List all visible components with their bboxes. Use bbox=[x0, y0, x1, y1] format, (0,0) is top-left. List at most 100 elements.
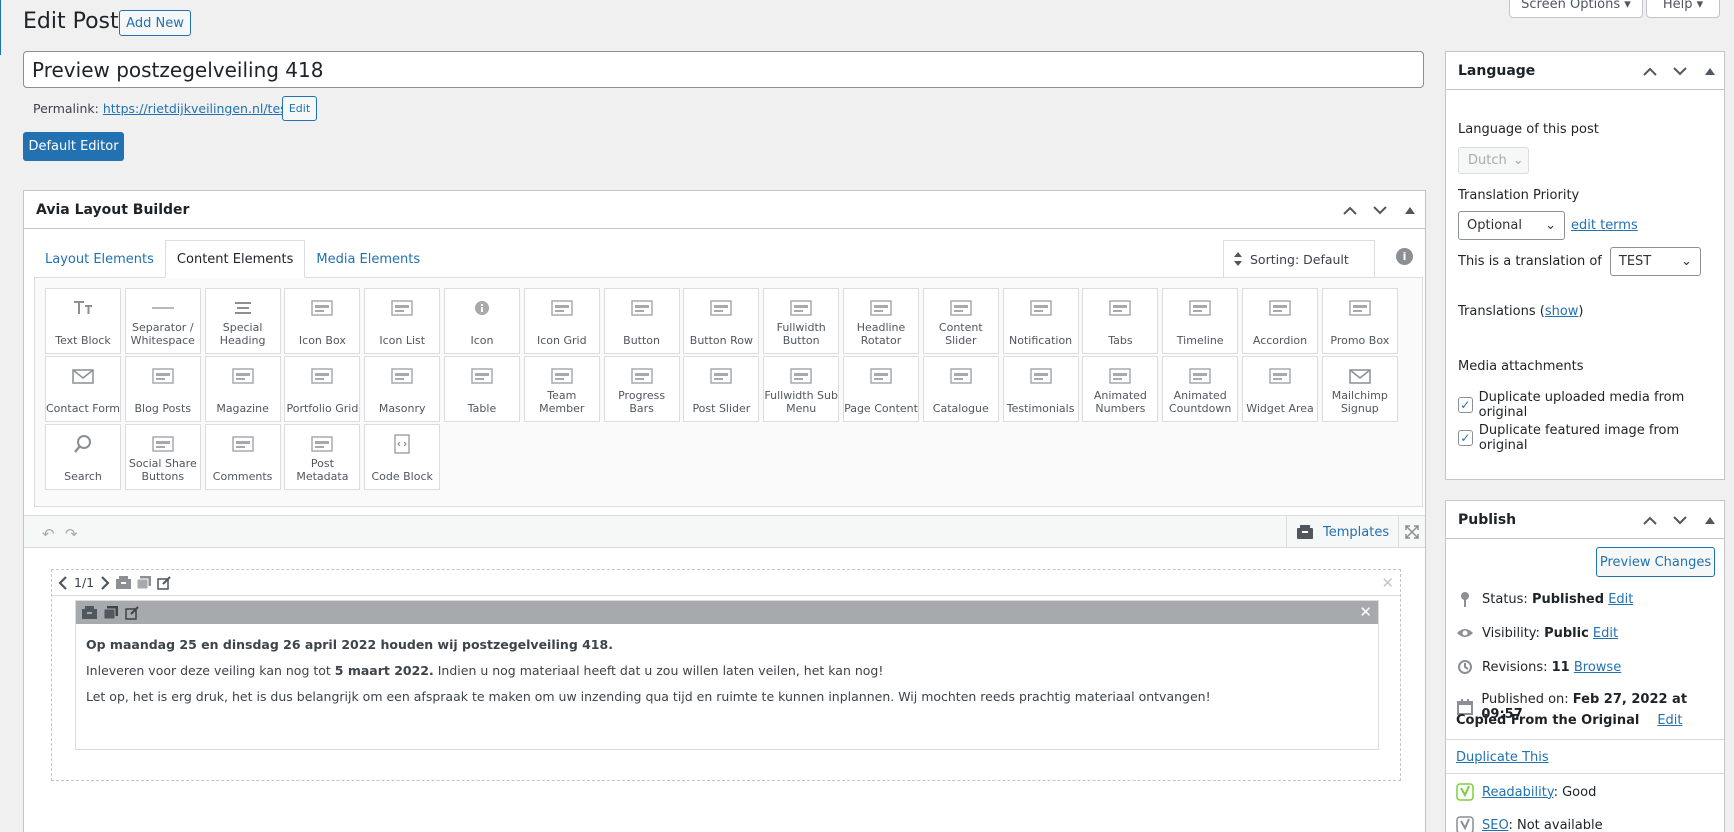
screen-options-button[interactable]: Screen Options ▾ bbox=[1509, 0, 1643, 18]
element-masonry[interactable]: Masonry bbox=[364, 356, 441, 422]
toggle-panel-icon[interactable] bbox=[1401, 201, 1419, 219]
element-text-block[interactable]: Text Block bbox=[45, 288, 121, 354]
move-down-icon[interactable] bbox=[1371, 201, 1389, 219]
save-template-icon[interactable] bbox=[82, 606, 97, 619]
revisions-row: Revisions: 11 Browse bbox=[1456, 658, 1621, 676]
move-up-icon[interactable] bbox=[1341, 201, 1359, 219]
element-code[interactable]: Code Block bbox=[364, 424, 441, 490]
priority-select[interactable]: Optional ⌄ bbox=[1458, 211, 1565, 240]
element-timeline[interactable]: Timeline bbox=[1162, 288, 1239, 354]
move-up-icon[interactable] bbox=[1641, 62, 1659, 80]
chevron-right-icon[interactable] bbox=[100, 575, 110, 590]
element-search[interactable]: Search bbox=[45, 424, 121, 490]
translations-show-link[interactable]: show bbox=[1545, 304, 1579, 319]
content-paragraph-3: Let op, het is erg druk, het is dus bela… bbox=[86, 689, 1211, 704]
default-editor-button[interactable]: Default Editor bbox=[23, 132, 124, 161]
post-title-input[interactable] bbox=[23, 51, 1424, 88]
chevron-left-icon[interactable] bbox=[58, 575, 68, 590]
element-icon-box[interactable]: Icon Box bbox=[284, 288, 361, 354]
element-testimonials[interactable]: Testimonials bbox=[1002, 356, 1079, 422]
elements-panel: Text Block Separator / Whitespace Special … bbox=[34, 277, 1423, 507]
dup-media-checkbox[interactable]: ✓ bbox=[1458, 397, 1473, 413]
duplicate-this-link[interactable]: Duplicate This bbox=[1456, 750, 1549, 765]
element-icon-list[interactable]: Icon List bbox=[364, 288, 441, 354]
element-label: Post Metadata bbox=[296, 457, 349, 483]
edit-icon[interactable] bbox=[125, 605, 139, 620]
element-catalogue[interactable]: Catalogue bbox=[922, 356, 999, 422]
language-title: Language bbox=[1458, 62, 1536, 79]
toggle-panel-icon[interactable] bbox=[1701, 62, 1719, 80]
copy-icon[interactable] bbox=[137, 576, 152, 589]
visibility-edit-link[interactable]: Edit bbox=[1593, 626, 1618, 641]
fullscreen-icon[interactable] bbox=[1398, 516, 1425, 548]
status-edit-link[interactable]: Edit bbox=[1608, 592, 1633, 607]
element-label: Catalogue bbox=[932, 401, 989, 415]
element-blog[interactable]: Blog Posts bbox=[124, 356, 201, 422]
element-separator[interactable]: Separator / Whitespace bbox=[124, 288, 201, 354]
browse-revisions-link[interactable]: Browse bbox=[1574, 660, 1621, 675]
templates-button[interactable]: Templates bbox=[1286, 516, 1411, 548]
permalink-link[interactable]: https://rietdijkveilingen.nl/test/ bbox=[103, 101, 296, 116]
preview-changes-button[interactable]: Preview Changes bbox=[1596, 547, 1715, 577]
element-share[interactable]: Social Share Buttons bbox=[124, 424, 201, 490]
undo-icon[interactable]: ↶ bbox=[42, 525, 55, 543]
element-info[interactable]: Icon bbox=[444, 288, 520, 354]
move-down-icon[interactable] bbox=[1671, 62, 1689, 80]
element-accordion[interactable]: Accordion bbox=[1242, 288, 1318, 354]
element-button[interactable]: Button bbox=[603, 288, 680, 354]
edit-terms-link[interactable]: edit terms bbox=[1571, 218, 1638, 233]
element-mail[interactable]: Mailchimp Signup bbox=[1321, 356, 1398, 422]
element-tabs[interactable]: Tabs bbox=[1082, 288, 1159, 354]
builder-toolbar: ↶ ↷ Templates bbox=[24, 515, 1425, 548]
element-notification[interactable]: Notification bbox=[1002, 288, 1079, 354]
toggle-panel-icon[interactable] bbox=[1701, 511, 1719, 529]
copy-icon[interactable] bbox=[104, 606, 118, 619]
translation-of-select[interactable]: TEST ⌄ bbox=[1609, 247, 1701, 276]
element-heading[interactable]: Special Heading bbox=[204, 288, 281, 354]
element-progress[interactable]: Progress Bars bbox=[603, 356, 680, 422]
move-up-icon[interactable] bbox=[1641, 511, 1659, 529]
add-new-button[interactable]: Add New bbox=[119, 10, 191, 36]
element-numbers[interactable]: Animated Numbers bbox=[1082, 356, 1159, 422]
seo-link[interactable]: SEO bbox=[1482, 818, 1508, 832]
element-headline[interactable]: Headline Rotator bbox=[843, 288, 919, 354]
tab-layout-elements[interactable]: Layout Elements bbox=[34, 240, 165, 278]
redo-icon[interactable]: ↷ bbox=[65, 525, 78, 543]
section-close-icon[interactable]: ✕ bbox=[1381, 574, 1394, 592]
permalink-edit-button[interactable]: Edit bbox=[282, 96, 317, 121]
element-slider[interactable]: Content Slider bbox=[922, 288, 999, 354]
element-post-slider[interactable]: Post Slider bbox=[683, 356, 760, 422]
element-comments[interactable]: Comments bbox=[204, 424, 281, 490]
element-close-icon[interactable]: ✕ bbox=[1359, 603, 1372, 621]
dup-featured-checkbox[interactable]: ✓ bbox=[1458, 430, 1473, 446]
element-label: Portfolio Grid bbox=[286, 401, 359, 415]
tab-media-elements[interactable]: Media Elements bbox=[305, 240, 431, 278]
element-page[interactable]: Page Content bbox=[843, 356, 919, 422]
element-widget[interactable]: Widget Area bbox=[1242, 356, 1318, 422]
chevron-down-icon: ▾ bbox=[1624, 0, 1631, 12]
text-block-element[interactable]: ✕ Op maandag 25 en dinsdag 26 april 2022… bbox=[75, 600, 1379, 750]
element-grid[interactable]: Icon Grid bbox=[523, 288, 600, 354]
help-button[interactable]: Help ▾ bbox=[1646, 0, 1720, 18]
move-down-icon[interactable] bbox=[1671, 511, 1689, 529]
element-portfolio-grid[interactable]: Portfolio Grid bbox=[284, 356, 361, 422]
element-table[interactable]: Table bbox=[444, 356, 520, 422]
element-button-row[interactable]: Button Row bbox=[683, 288, 760, 354]
readability-link[interactable]: Readability bbox=[1482, 785, 1554, 800]
fullwidth-button-icon bbox=[790, 299, 812, 317]
element-metadata[interactable]: Post Metadata bbox=[284, 424, 361, 490]
save-template-icon[interactable] bbox=[116, 576, 132, 589]
element-fullwidth-button[interactable]: Fullwidth Button bbox=[763, 288, 840, 354]
element-promo-box[interactable]: Promo Box bbox=[1321, 288, 1398, 354]
sorting-select[interactable]: Sorting: Default bbox=[1223, 240, 1375, 277]
tab-content-elements[interactable]: Content Elements bbox=[164, 240, 306, 278]
edit-icon[interactable] bbox=[157, 575, 171, 590]
element-envelope[interactable]: Contact Form bbox=[45, 356, 121, 422]
copied-from-edit-link[interactable]: Edit bbox=[1657, 713, 1682, 728]
slider-icon bbox=[950, 299, 972, 317]
element-countdown[interactable]: Animated Countdown bbox=[1162, 356, 1239, 422]
element-submenu[interactable]: Fullwidth Sub Menu bbox=[763, 356, 840, 422]
info-icon[interactable]: i bbox=[1396, 248, 1413, 265]
element-team[interactable]: Team Member bbox=[523, 356, 600, 422]
element-magazine[interactable]: Magazine bbox=[204, 356, 281, 422]
